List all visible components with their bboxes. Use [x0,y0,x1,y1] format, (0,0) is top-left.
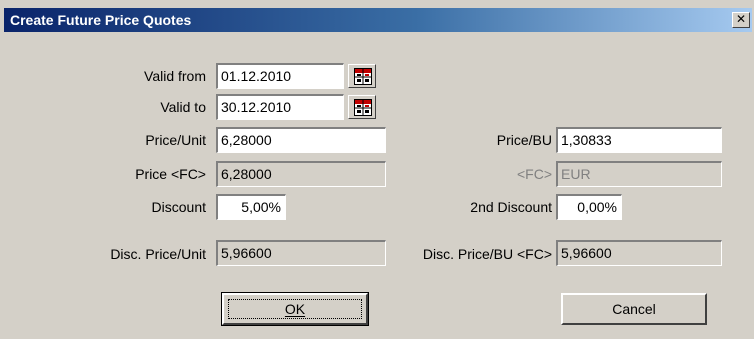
fc-label: <FC> [516,166,552,182]
valid-to-calendar-button[interactable] [348,95,376,119]
disc-price-unit-field: 5,96600 [216,240,386,266]
cancel-button-label: Cancel [612,301,656,317]
price-fc-field: 6,28000 [216,161,386,187]
discount-label: Discount [151,199,206,215]
calendar-icon [354,99,372,116]
valid-to-label: Valid to [160,99,206,115]
second-discount-label: 2nd Discount [470,199,552,215]
disc-price-bu-fc-field: 5,96600 [556,240,722,266]
disc-price-unit-label: Disc. Price/Unit [110,246,206,262]
valid-from-label: Valid from [144,68,206,84]
second-discount-input[interactable]: 0,00% [556,194,622,220]
valid-to-input[interactable]: 30.12.2010 [216,94,344,120]
close-icon: ✕ [735,12,747,26]
calendar-icon [354,68,372,85]
close-button[interactable]: ✕ [732,12,750,28]
create-future-price-quotes-dialog: Create Future Price Quotes ✕ Valid from … [0,0,754,339]
dialog-title: Create Future Price Quotes [10,12,192,28]
discount-input[interactable]: 5,00% [216,194,286,220]
valid-from-input[interactable]: 01.12.2010 [216,63,344,89]
cancel-button[interactable]: Cancel [561,293,707,325]
valid-from-calendar-button[interactable] [348,64,376,88]
title-bar[interactable]: Create Future Price Quotes ✕ [4,8,752,32]
price-fc-label: Price <FC> [135,166,206,182]
price-unit-label: Price/Unit [145,132,206,148]
price-bu-input[interactable]: 1,30833 [556,127,722,153]
disc-price-bu-fc-label: Disc. Price/BU <FC> [422,246,552,262]
price-bu-label: Price/BU [496,132,552,148]
price-unit-input[interactable]: 6,28000 [216,127,386,153]
ok-button-label: OK [284,301,306,317]
fc-currency-field: EUR [556,161,722,187]
ok-button[interactable]: OK [221,292,369,326]
